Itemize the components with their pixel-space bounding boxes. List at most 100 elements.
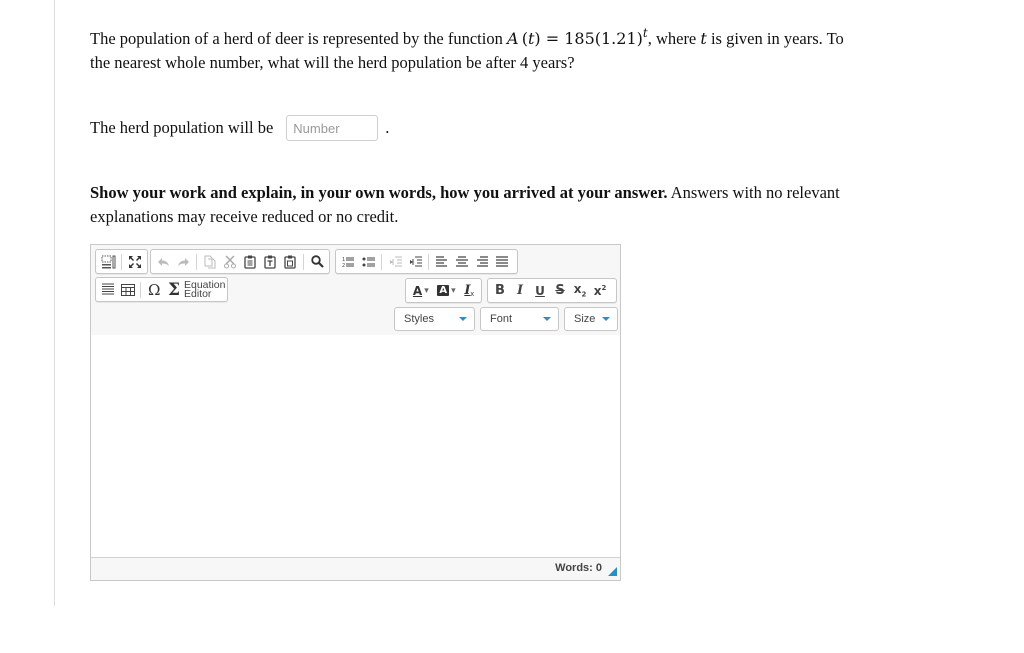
sigma-icon: Σ — [167, 279, 181, 300]
toolbar-separator — [140, 281, 142, 298]
decrease-indent-icon — [389, 256, 402, 268]
horizontal-line-button[interactable] — [99, 280, 117, 300]
editor-toolbar: 12 Ω Σ Equation Editor A ▾ A ▾ I x B I U… — [91, 245, 620, 336]
styles-dropdown[interactable]: Styles — [394, 307, 475, 331]
align-left-button[interactable] — [433, 252, 451, 272]
maximize-icon — [128, 255, 142, 269]
show-blocks-button[interactable] — [99, 252, 117, 272]
search-icon — [310, 255, 324, 268]
toolbar-group-insert: Ω Σ Equation Editor — [95, 277, 228, 302]
instructions-bold: Show your work and explain, in your own … — [90, 183, 668, 202]
paste-word-button[interactable] — [281, 252, 299, 272]
toolbar-group-basic-styles: B I U S x2 x2 — [487, 278, 617, 303]
cut-icon — [224, 254, 236, 269]
subscript-icon: x2 — [573, 282, 587, 299]
redo-button[interactable] — [174, 252, 192, 272]
align-right-button[interactable] — [473, 252, 491, 272]
underline-button[interactable]: U — [531, 281, 549, 301]
bulleted-list-button[interactable] — [359, 252, 377, 272]
justify-button[interactable] — [493, 252, 511, 272]
paste-icon — [244, 255, 256, 269]
toolbar-group-paragraph: 12 — [335, 249, 518, 274]
dropdown-arrow-icon — [602, 317, 610, 321]
superscript-button[interactable]: x2 — [591, 281, 609, 301]
undo-icon — [157, 257, 170, 267]
population-number-input[interactable] — [286, 115, 379, 141]
bulleted-list-icon — [362, 256, 375, 268]
align-center-button[interactable] — [453, 252, 471, 272]
copy-icon — [204, 255, 216, 269]
resize-handle-icon[interactable] — [608, 567, 617, 576]
toolbar-separator — [121, 253, 122, 270]
bold-icon: B — [495, 283, 505, 298]
left-divider — [54, 0, 55, 606]
subscript-button[interactable]: x2 — [571, 281, 589, 301]
question-text: The population of a herd of deer is repr… — [90, 27, 850, 75]
function-name: A — [506, 29, 519, 48]
paste-text-icon — [264, 255, 276, 269]
toolbar-separator — [303, 253, 304, 270]
dropdown-caret-icon: ▾ — [424, 285, 429, 295]
toolbar-separator — [196, 253, 197, 270]
dropdown-caret-icon: ▾ — [451, 285, 456, 295]
special-character-button[interactable]: Ω — [145, 280, 163, 300]
function-variable: t — [527, 29, 535, 48]
copy-button[interactable] — [201, 252, 219, 272]
font-dropdown[interactable]: Font — [480, 307, 559, 331]
size-dropdown-label: Size — [574, 313, 596, 325]
align-left-icon — [436, 256, 448, 267]
italic-icon: I — [516, 283, 524, 298]
answer-row: The herd population will be . — [90, 115, 389, 141]
toolbar-separator — [428, 253, 429, 270]
text-color-button[interactable]: A ▾ — [409, 281, 433, 301]
toolbar-separator — [381, 253, 382, 270]
rich-text-editor: 12 Ω Σ Equation Editor A ▾ A ▾ I x B I U… — [90, 244, 621, 581]
toolbar-group-clipboard — [150, 249, 330, 274]
remove-format-x: x — [470, 290, 474, 298]
strikethrough-icon: S — [555, 283, 565, 298]
decrease-indent-button[interactable] — [386, 252, 404, 272]
numbered-list-button[interactable]: 12 — [339, 252, 357, 272]
numbered-list-icon: 12 — [342, 256, 355, 268]
paste-text-button[interactable] — [261, 252, 279, 272]
increase-indent-button[interactable] — [406, 252, 424, 272]
justify-icon — [496, 256, 508, 267]
show-blocks-icon — [101, 255, 116, 269]
increase-indent-icon — [409, 256, 422, 268]
paste-button[interactable] — [241, 252, 259, 272]
paste-word-icon — [284, 255, 296, 269]
equation-editor-button[interactable]: Σ Equation Editor — [164, 280, 225, 300]
styles-dropdown-label: Styles — [404, 313, 434, 325]
equation-label-line2: Editor — [184, 287, 212, 300]
maximize-button[interactable] — [126, 252, 144, 272]
answer-period: . — [385, 118, 390, 137]
italic-button[interactable]: I — [511, 281, 529, 301]
align-right-icon — [476, 256, 488, 267]
editor-content-area[interactable] — [91, 335, 620, 558]
size-dropdown[interactable]: Size — [564, 307, 618, 331]
function-rhs: = 185(1.21) — [540, 29, 643, 48]
undo-button[interactable] — [154, 252, 172, 272]
instructions-text: Show your work and explain, in your own … — [90, 181, 850, 229]
equation-editor-label: Equation Editor — [184, 280, 225, 300]
font-dropdown-label: Font — [490, 313, 513, 325]
editor-footer: Words: 0 — [91, 556, 620, 580]
find-button[interactable] — [308, 252, 326, 272]
background-color-icon: A — [437, 285, 450, 296]
table-button[interactable] — [119, 280, 137, 300]
horizontal-line-icon — [101, 283, 114, 296]
background-color-button[interactable]: A ▾ — [435, 281, 459, 301]
answer-label: The herd population will be — [90, 118, 274, 137]
svg-text:2: 2 — [342, 263, 345, 268]
toolbar-group-view — [95, 249, 148, 274]
bold-button[interactable]: B — [491, 281, 509, 301]
text-color-icon: A — [412, 283, 423, 298]
align-center-icon — [456, 256, 468, 267]
cut-button[interactable] — [221, 252, 239, 272]
dropdown-arrow-icon — [543, 317, 551, 321]
remove-format-button[interactable]: Ix — [460, 281, 478, 301]
table-icon — [120, 283, 135, 296]
strikethrough-button[interactable]: S — [551, 281, 569, 301]
word-count: Words: 0 — [555, 562, 602, 574]
dropdown-arrow-icon — [459, 317, 467, 321]
